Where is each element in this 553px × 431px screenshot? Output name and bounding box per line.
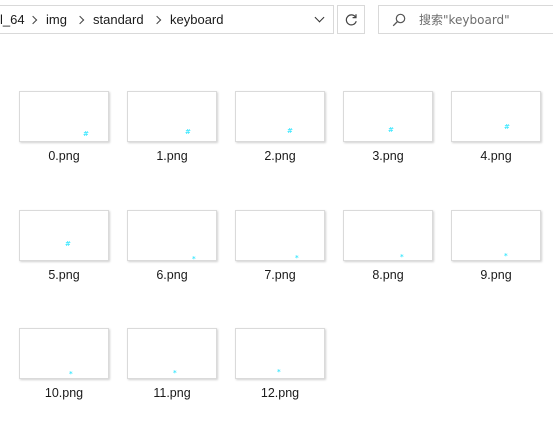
file-grid: # 0.png # 1.png # 2.png # 3.png # 4.png …	[0, 40, 553, 431]
file-thumbnail: #	[19, 91, 109, 142]
file-item[interactable]: # 4.png	[432, 40, 541, 163]
file-item[interactable]: # 3.png	[324, 40, 433, 163]
chevron-right-icon[interactable]	[152, 15, 162, 25]
breadcrumb-item-l64[interactable]: l_64	[0, 12, 25, 28]
thumbnail-mark: #	[504, 123, 510, 131]
search-box[interactable]	[378, 5, 553, 34]
thumbnail-mark: *	[173, 369, 177, 377]
file-thumbnail: *	[343, 210, 433, 261]
file-thumbnail: #	[19, 210, 109, 261]
breadcrumb-item-keyboard[interactable]: keyboard	[170, 12, 223, 28]
file-name[interactable]: 12.png	[216, 386, 344, 400]
thumbnail-mark: *	[295, 254, 299, 262]
file-thumbnail: *	[127, 328, 217, 379]
file-item[interactable]: * 12.png	[216, 277, 325, 400]
search-icon	[392, 13, 406, 27]
thumbnail-mark: #	[185, 128, 191, 136]
thumbnail-mark: *	[504, 252, 508, 260]
breadcrumb-item-standard[interactable]: standard	[93, 12, 144, 28]
file-thumbnail: *	[127, 210, 217, 263]
file-item[interactable]: * 6.png	[108, 159, 217, 282]
file-item[interactable]: * 9.png	[432, 159, 541, 282]
thumbnail-mark: #	[65, 240, 71, 248]
file-item[interactable]: * 7.png	[216, 159, 325, 282]
file-name[interactable]: 9.png	[432, 268, 553, 282]
thumbnail-mark: *	[277, 368, 281, 376]
file-thumbnail: *	[451, 210, 541, 261]
thumbnail-mark: #	[83, 130, 89, 138]
file-thumbnail: #	[451, 91, 541, 142]
file-thumbnail: #	[343, 91, 433, 142]
file-item[interactable]: * 10.png	[0, 277, 109, 400]
refresh-icon	[345, 14, 357, 26]
address-bar[interactable]: l_64 img standard keyboard	[0, 5, 334, 34]
file-thumbnail: *	[235, 210, 325, 262]
refresh-button[interactable]	[337, 5, 365, 34]
thumbnail-mark: #	[388, 126, 394, 134]
file-item[interactable]: # 1.png	[108, 40, 217, 163]
file-thumbnail: #	[235, 91, 325, 142]
file-item[interactable]: * 8.png	[324, 159, 433, 282]
chevron-down-icon	[314, 12, 325, 23]
address-toolbar: l_64 img standard keyboard	[0, 0, 553, 40]
chevron-right-icon[interactable]	[75, 15, 85, 25]
chevron-right-icon[interactable]	[28, 15, 38, 25]
file-thumbnail: *	[19, 328, 109, 379]
file-item[interactable]: # 0.png	[0, 40, 109, 163]
thumbnail-mark: *	[400, 253, 404, 261]
breadcrumb-item-img[interactable]: img	[46, 12, 67, 28]
file-item[interactable]: # 2.png	[216, 40, 325, 163]
history-dropdown-button[interactable]	[307, 6, 333, 33]
file-item[interactable]: * 11.png	[108, 277, 217, 400]
search-input[interactable]	[419, 7, 552, 32]
thumbnail-mark: *	[192, 255, 196, 263]
file-thumbnail: #	[127, 91, 217, 142]
thumbnail-mark: *	[69, 370, 73, 378]
file-thumbnail: *	[235, 328, 325, 379]
thumbnail-mark: #	[287, 127, 293, 135]
file-item[interactable]: # 5.png	[0, 159, 109, 282]
